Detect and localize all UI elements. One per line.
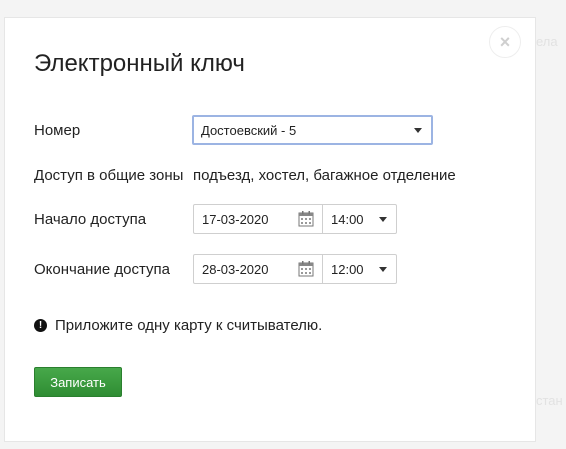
start-date-value: 17-03-2020 [202,211,269,227]
chevron-down-icon [379,217,387,222]
number-select-value: Достоевский - 5 [201,122,297,138]
card-reader-notice: ! Приложите одну карту к считывателю. [34,317,322,334]
notice-text: Приложите одну карту к считывателю. [55,317,323,334]
dialog-title: Электронный ключ [34,50,245,77]
common-zones-label: Доступ в общие зоны [34,167,184,184]
close-icon: × [499,31,511,52]
end-date-value: 28-03-2020 [202,261,269,277]
chevron-down-icon [379,267,387,272]
background-text: стан [536,393,563,408]
end-time-value: 12:00 [331,261,364,277]
start-time-select[interactable]: 14:00 [323,204,397,234]
end-access-label: Окончание доступа [34,261,170,278]
number-select[interactable]: Достоевский - 5 [192,115,433,145]
number-label: Номер [34,122,81,139]
exclamation-icon: ! [34,319,47,332]
calendar-icon[interactable] [298,211,314,227]
calendar-icon[interactable] [298,261,314,277]
start-date-input[interactable]: 17-03-2020 [193,204,323,234]
common-zones-value: подъезд, хостел, багажное отделение [193,167,456,184]
end-time-select[interactable]: 12:00 [323,254,397,284]
background-text: ела [536,34,558,49]
start-access-label: Начало доступа [34,211,147,228]
close-button[interactable]: × [489,26,521,58]
start-time-value: 14:00 [331,211,364,227]
save-button[interactable]: Записать [34,367,122,397]
chevron-down-icon [414,128,422,133]
end-date-input[interactable]: 28-03-2020 [193,254,323,284]
